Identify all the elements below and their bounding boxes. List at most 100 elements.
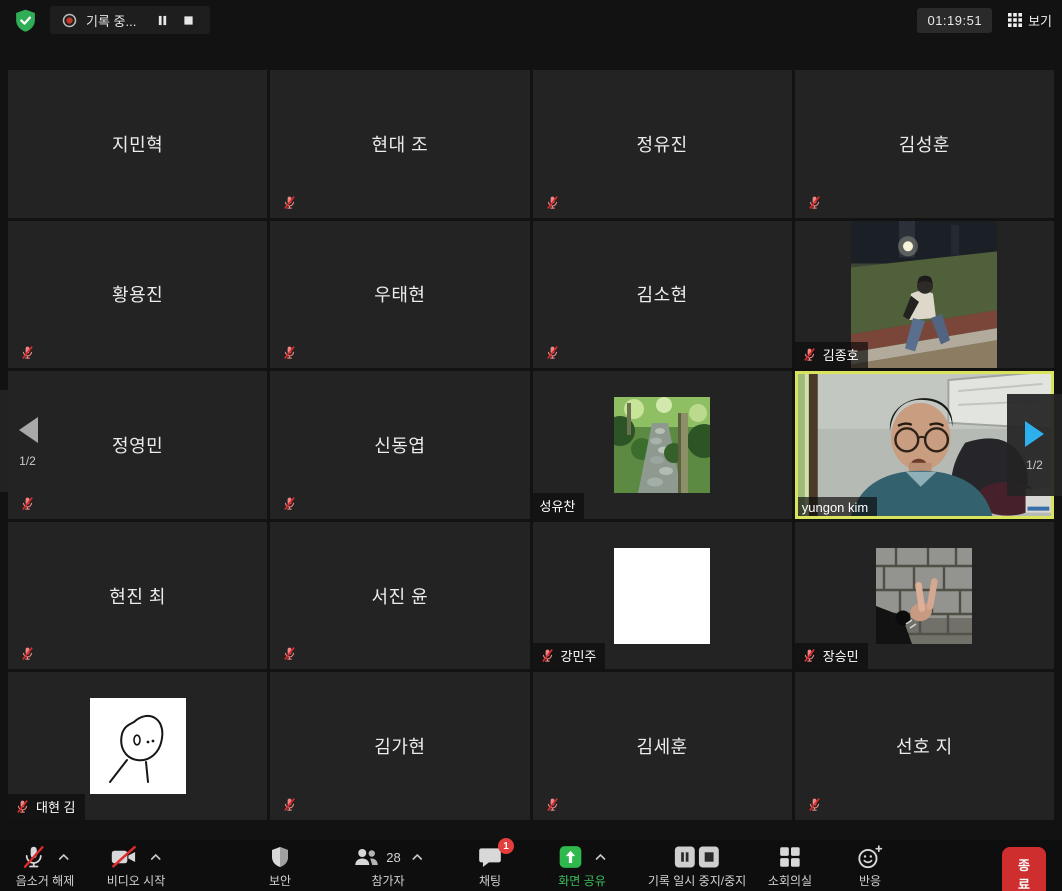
participant-tile[interactable]: 현진 최 [8,522,267,670]
participant-tile[interactable]: 현대 조 [270,70,529,218]
breakout-rooms-icon [777,844,803,870]
toolbar-reactions-button[interactable]: 반응 [857,843,884,889]
muted-mic-icon [545,797,560,812]
avatar-photo [876,548,972,644]
muted-mic-icon [540,648,555,663]
participant-tile[interactable]: 김세훈 [533,672,792,820]
muted-mic-icon [282,496,297,511]
participant-name: 현대 조 [372,131,429,157]
participant-tile[interactable]: 장승민 [795,522,1054,670]
muted-mic-icon [802,347,817,362]
chevron-up-icon[interactable] [57,853,69,861]
end-meeting-button[interactable]: 종료 [1002,847,1046,891]
avatar-drawing [90,698,186,794]
participant-name: 신동엽 [374,432,425,458]
muted-mic-icon [807,797,822,812]
participant-name: 서진 윤 [372,583,429,609]
toolbar-label: 보안 [269,872,291,889]
participant-name: 김가현 [374,733,425,759]
muted-mic-icon [20,496,35,511]
page-indicator: 1/2 [19,454,36,468]
participant-tile[interactable]: 정유진 [533,70,792,218]
muted-mic-icon [282,797,297,812]
next-page-button[interactable] [1022,419,1048,449]
next-page-panel: 1/2 [1007,394,1062,496]
toolbar-participants-button[interactable]: 28 참가자 [352,843,423,889]
toolbar-end-meeting-button[interactable]: 종료 [1002,847,1046,891]
muted-mic-icon [282,496,297,511]
arrow-left-icon [15,415,41,445]
toolbar-label: 소회의실 [768,872,812,889]
toolbar-label: 채팅 [479,872,501,889]
participant-label: 강민주 [533,643,606,669]
chevron-up-icon[interactable] [150,853,162,861]
muted-mic-icon [282,646,297,661]
muted-mic-icon [282,195,297,210]
participant-tile[interactable]: 김종호 [795,221,1054,369]
participant-tile[interactable]: 성유찬 [533,371,792,519]
participant-tile[interactable]: 대현 김 [8,672,267,820]
muted-mic-icon [545,345,560,360]
chevron-up-icon[interactable] [595,853,607,861]
page-indicator: 1/2 [1026,458,1043,472]
chevron-up-icon [57,853,69,861]
gallery-grid-icon [1008,13,1022,27]
muted-mic-icon [20,345,35,360]
toolbar-label: 비디오 시작 [107,872,166,889]
stop-recording-button[interactable] [178,10,198,30]
toolbar-recording-controls-button[interactable]: 기록 일시 중지/중지 [648,843,746,889]
participant-name: 김성훈 [899,131,950,157]
participant-name: 황용진 [112,281,163,307]
participant-tile[interactable]: 김성훈 [795,70,1054,218]
meeting-timer: 01:19:51 [917,8,992,33]
toolbar-breakout-rooms-button[interactable]: 소회의실 [768,843,812,889]
avatar-photo [851,221,997,369]
chevron-up-icon [595,853,607,861]
participant-tile[interactable]: 김가현 [270,672,529,820]
prev-page-button[interactable] [15,415,41,445]
view-button[interactable]: 보기 [1008,11,1052,30]
participant-tile[interactable]: 선호 지 [795,672,1054,820]
participant-tile[interactable]: 서진 윤 [270,522,529,670]
muted-mic-icon [545,797,560,812]
participant-label: 성유찬 [533,493,585,519]
muted-mic-icon [15,799,30,814]
pause-recording-button[interactable] [152,10,172,30]
toolbar-start-video-button[interactable]: 비디오 시작 [107,843,166,889]
participant-tile[interactable]: 강민주 [533,522,792,670]
top-bar: 기록 중... 01:19:51 보기 [0,0,1062,40]
toolbar-label: 음소거 해제 [16,872,75,889]
muted-mic-icon [545,345,560,360]
participant-tile[interactable]: 지민혁 [8,70,267,218]
participant-name: 지민혁 [112,131,163,157]
participant-name: 장승민 [823,646,859,665]
prev-page-panel: 1/2 [0,390,55,492]
security-shield-button[interactable] [10,5,40,35]
muted-mic-icon [540,648,555,663]
participant-label: yungon kim [795,497,877,519]
participant-name: 우태현 [374,281,425,307]
participant-name: 정유진 [637,131,688,157]
avatar-blank [614,548,710,644]
chevron-up-icon[interactable] [412,853,424,861]
participant-tile[interactable]: 김소현 [533,221,792,369]
toolbar-share-screen-button[interactable]: 화면 공유 [558,843,607,889]
participant-tile[interactable]: 황용진 [8,221,267,369]
toolbar-security-button[interactable]: 보안 [268,843,292,889]
muted-mic-icon [282,646,297,661]
participant-name: 선호 지 [896,733,953,759]
recording-status-text: 기록 중... [86,11,136,30]
camera-off-icon [110,844,139,870]
toolbar-unmute-button[interactable]: 음소거 해제 [16,843,75,889]
participant-name: yungon kim [802,500,868,515]
participant-name: 김세훈 [637,733,688,759]
view-label: 보기 [1028,11,1052,30]
toolbar-chat-button[interactable]: 1채팅 [477,843,503,889]
record-dot-icon [62,13,77,28]
muted-mic-icon [20,496,35,511]
participant-name: 강민주 [561,646,597,665]
muted-mic-icon [20,646,35,661]
participant-tile[interactable]: 신동엽 [270,371,529,519]
arrow-right-icon [1022,419,1048,449]
participant-tile[interactable]: 우태현 [270,221,529,369]
